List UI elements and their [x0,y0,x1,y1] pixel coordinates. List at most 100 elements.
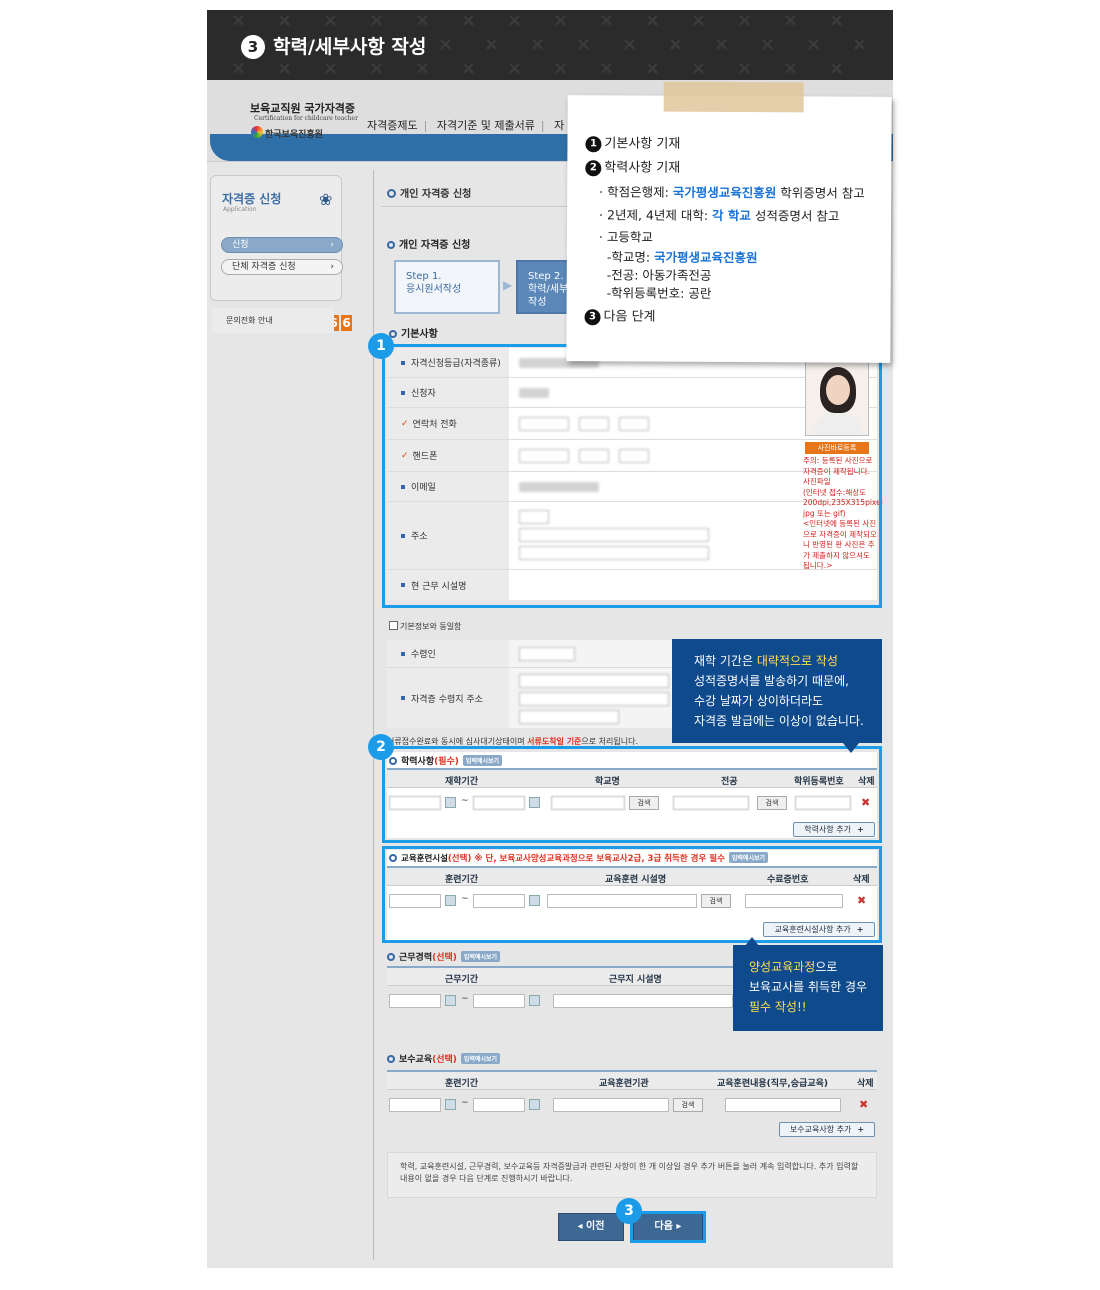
pattern-mark: × [461,58,477,79]
pattern-mark: × [323,10,339,31]
pattern-mark: × [231,58,247,79]
phone-label: 문의전화 안내 [212,308,334,333]
pattern-mark: × [806,34,822,55]
training-facility-input[interactable] [547,894,697,908]
add-supplementary-button[interactable]: 보수교육사항 추가 [779,1122,875,1137]
divider [373,170,374,1260]
pattern-mark: × [691,58,707,79]
same-as-basic-checkbox[interactable]: 기본정보와 동일함 [389,621,461,632]
training-start-input[interactable] [389,894,441,908]
badge-2: 2 [368,734,394,760]
add-education-button[interactable]: 학력사항 추가 [793,822,875,837]
badge-3: 3 [616,1198,642,1224]
edu-start-input[interactable] [389,796,441,810]
pattern-mark: × [507,10,523,31]
prev-button[interactable]: ◂ 이전 [558,1213,624,1241]
tulip-icon: ❀ [319,190,333,209]
calendar-icon[interactable] [445,995,456,1006]
institution-search-button[interactable]: 검색 [673,1098,703,1112]
supp-content-input[interactable] [725,1098,841,1112]
brand-title: 보육교직원 국가자격증 [250,102,356,115]
pattern-mark: × [829,10,845,31]
sidebar-item-apply[interactable]: 신청 › [221,237,343,253]
calendar-icon[interactable] [529,995,540,1006]
instruction-card: 1 기본사항 기재 2 학력사항 기재 · 학점은행제: 국가평생교육진흥원 학위증… [566,81,892,363]
pattern-mark: × [438,34,454,55]
training-panel: 교육훈련시설(선택) ※ 단, 보육교사양성교육과정으로 보육교사2급, 3급 … [387,850,877,940]
step-1: Step 1. 응시원서작성 [394,260,500,314]
badge-1: 1 [368,333,394,359]
callout-training: 양성교육과정으로 보육교사를 취득한 경우 필수 작성!! [733,945,883,1031]
menu-item-system[interactable]: 자격증제도 [367,119,418,132]
basic-section-title: 기본사항 [389,325,438,340]
calendar-icon[interactable] [529,895,540,906]
delete-icon[interactable]: ✖ [857,894,866,907]
callout-arrow [843,743,859,753]
pattern-mark: × [277,10,293,31]
training-end-input[interactable] [473,894,525,908]
major-input[interactable] [673,796,749,810]
pattern-mark: × [783,10,799,31]
menu-item-criteria[interactable]: 자격기준 및 제출서류 [437,119,535,132]
supp-institution-input[interactable] [553,1098,669,1112]
next-button[interactable]: 다음 ▸ [633,1213,703,1241]
career-facility-input[interactable] [553,994,733,1008]
delete-icon[interactable]: ✖ [861,796,870,809]
example-button[interactable]: 입력예시보기 [462,755,503,766]
pattern-mark: × [415,10,431,31]
example-button[interactable]: 입력예시보기 [460,951,501,962]
calendar-icon[interactable] [445,797,456,808]
banner-title: 학력/세부사항 작성 [273,36,427,58]
brand-org: 한국보육진흥원 [265,130,323,140]
facility-search-button[interactable]: 검색 [701,894,731,908]
pattern-mark: × [323,58,339,79]
brand-subtitle: Certification for childcare teacher [254,115,358,122]
calendar-icon[interactable] [445,1099,456,1110]
calendar-icon[interactable] [445,895,456,906]
applicant-photo [805,356,869,436]
certificate-number-input[interactable] [745,894,843,908]
callout-period: 재학 기간은 대략적으로 작성 성적증명서를 발송하기 때문에, 수강 날짜가 … [672,639,882,743]
sidebar-item-group-apply[interactable]: 단체 자격증 신청 › [221,259,343,275]
career-start-input[interactable] [389,994,441,1008]
pattern-mark: × [737,10,753,31]
pattern-mark: × [645,10,661,31]
pattern-mark: × [760,34,776,55]
chevron-right-icon: › [330,262,334,272]
edu-end-input[interactable] [473,796,525,810]
supp-start-input[interactable] [389,1098,441,1112]
step-number: 3 [241,35,265,59]
training-title: 교육훈련시설(선택) ※ 단, 보육교사양성교육과정으로 보육교사2급, 3급 … [389,852,769,864]
pattern-mark: × [369,58,385,79]
school-name-input[interactable] [551,796,625,810]
tape-decoration [663,81,804,113]
example-button[interactable]: 입력예시보기 [728,852,769,863]
pattern-mark: × [622,34,638,55]
page-header: 개인 자격증 신청 [381,177,581,207]
org-logo-icon [251,126,263,138]
menu-item-more[interactable]: 자 [554,119,564,132]
pattern-mark: × [691,10,707,31]
photo-register-button[interactable]: 사진바로등록 [805,442,869,454]
calendar-icon[interactable] [529,797,540,808]
pattern-mark: × [668,34,684,55]
school-search-button[interactable]: 검색 [629,796,659,810]
career-end-input[interactable] [473,994,525,1008]
add-training-button[interactable]: 교육훈련시설사항 추가 [763,922,875,937]
pattern-mark: × [484,34,500,55]
calendar-icon[interactable] [529,1099,540,1110]
major-search-button[interactable]: 검색 [757,796,787,810]
example-button[interactable]: 입력예시보기 [460,1053,501,1064]
degree-number-input[interactable] [795,796,851,810]
top-menu: 자격증제도 | 자격기준 및 제출서류 | 자 [367,119,565,132]
pattern-mark: × [645,58,661,79]
step-banner: × × × × × × × × × × × × × × × × × × × × × × × × × × × × × × × × × × × × × × × ×… [207,10,893,80]
supplementary-panel: 보수교육(선택) 입력예시보기 훈련기간 교육훈련기관 교육훈련내용(직무,승급교… [387,1052,877,1140]
pattern-mark: × [599,10,615,31]
pattern-mark: × [714,34,730,55]
caret-left-icon: ◂ [577,1221,587,1232]
delete-icon[interactable]: ✖ [859,1098,868,1111]
supp-end-input[interactable] [473,1098,525,1112]
review-notice: 서류접수완료와 동시에 심사대기상태이며 서류도착일 기준으로 처리됩니다. [387,737,639,746]
pattern-mark: × [231,10,247,31]
